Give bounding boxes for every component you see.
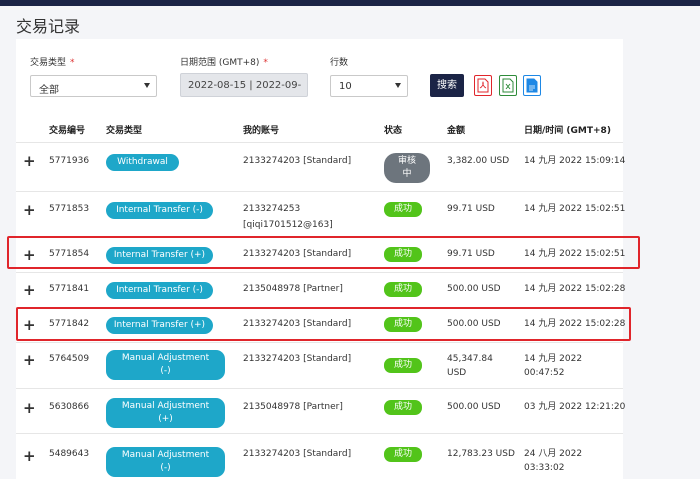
transaction-datetime: 14 九月 2022 00:47:52 [524, 354, 583, 378]
account-number: 2135048978 [Partner] [243, 284, 343, 294]
column-header-datetime: 日期/时间 (GMT+8) [524, 126, 611, 136]
column-header-account: 我的账号 [243, 126, 280, 136]
account-number: 2133274253 [qiqi1701512@163] [243, 204, 333, 230]
amount: 500.00 USD [447, 402, 501, 412]
amount: 99.71 USD [447, 204, 495, 214]
expand-row-icon[interactable]: + [23, 283, 36, 298]
highlight-box [16, 307, 631, 341]
transaction-datetime: 14 九月 2022 15:09:14 [524, 156, 626, 166]
amount: 3,382.00 USD [447, 156, 510, 166]
transaction-id: 5771841 [49, 284, 90, 294]
transaction-datetime: 24 八月 2022 03:33:02 [524, 449, 583, 473]
transaction-datetime: 03 九月 2022 12:21:20 [524, 402, 626, 412]
chevron-down-icon [395, 83, 401, 88]
date-filter-label: 日期范围 (GMT+8) * [180, 58, 268, 68]
transaction-id: 5771853 [49, 204, 90, 214]
column-header-amount: 金额 [447, 126, 466, 136]
transaction-type-badge: Internal Transfer (-) [106, 282, 213, 299]
transaction-type-badge: Manual Adjustment (+) [106, 398, 225, 428]
transaction-datetime: 14 九月 2022 15:02:28 [524, 284, 626, 294]
status-badge: 成功 [384, 358, 422, 373]
top-navbar [0, 0, 700, 6]
expand-row-icon[interactable]: + [23, 154, 36, 169]
expand-row-icon[interactable]: + [23, 203, 36, 218]
row-divider [16, 272, 623, 273]
transaction-type-badge: Withdrawal [106, 154, 179, 171]
transaction-id: 5771936 [49, 156, 90, 166]
pdf-export-button[interactable] [474, 75, 492, 96]
account-number: 2135048978 [Partner] [243, 402, 343, 412]
column-header-status: 状态 [384, 126, 403, 136]
excel-export-icon [502, 78, 514, 93]
type-filter-label: 交易类型 * [30, 58, 75, 68]
account-number: 2133274203 [Standard] [243, 156, 352, 166]
column-header-id: 交易编号 [49, 126, 86, 136]
doc-export-button[interactable] [523, 75, 541, 96]
doc-export-icon [526, 78, 538, 93]
column-header-type: 交易类型 [106, 126, 143, 136]
row-divider [16, 191, 623, 192]
row-divider [16, 388, 623, 389]
search-button[interactable]: 搜索 [430, 74, 464, 97]
row-divider [16, 342, 623, 343]
amount: 12,783.23 USD [447, 449, 515, 459]
status-badge: 成功 [384, 447, 422, 462]
amount: 500.00 USD [447, 284, 501, 294]
date-range-input[interactable]: 2022-08-15 | 2022-09- [180, 73, 308, 97]
status-badge: 成功 [384, 282, 422, 297]
type-select[interactable]: 全部 [30, 75, 157, 97]
transaction-id: 5489643 [49, 449, 90, 459]
rows-select[interactable]: 10 [330, 75, 408, 97]
pdf-export-icon [477, 78, 489, 93]
status-badge: 成功 [384, 202, 422, 217]
transaction-type-badge: Manual Adjustment (-) [106, 350, 225, 380]
expand-row-icon[interactable]: + [23, 401, 36, 416]
amount: 45,347.84 USD [447, 354, 493, 378]
rows-filter-label: 行数 [330, 58, 349, 68]
row-divider [16, 142, 623, 143]
transaction-datetime: 14 九月 2022 15:02:51 [524, 204, 626, 214]
page-title: 交易记录 [16, 17, 81, 36]
transaction-id: 5764509 [49, 354, 90, 364]
status-badge: 成功 [384, 400, 422, 415]
transaction-id: 5630866 [49, 402, 90, 412]
expand-row-icon[interactable]: + [23, 449, 36, 464]
transaction-type-badge: Manual Adjustment (-) [106, 447, 225, 477]
excel-export-button[interactable] [499, 75, 517, 96]
highlight-box [7, 236, 640, 269]
status-badge: 审核中 [384, 153, 430, 183]
transaction-type-badge: Internal Transfer (-) [106, 202, 213, 219]
row-divider [16, 433, 623, 434]
account-number: 2133274203 [Standard] [243, 354, 352, 364]
chevron-down-icon [144, 83, 150, 88]
expand-row-icon[interactable]: + [23, 353, 36, 368]
account-number: 2133274203 [Standard] [243, 449, 352, 459]
